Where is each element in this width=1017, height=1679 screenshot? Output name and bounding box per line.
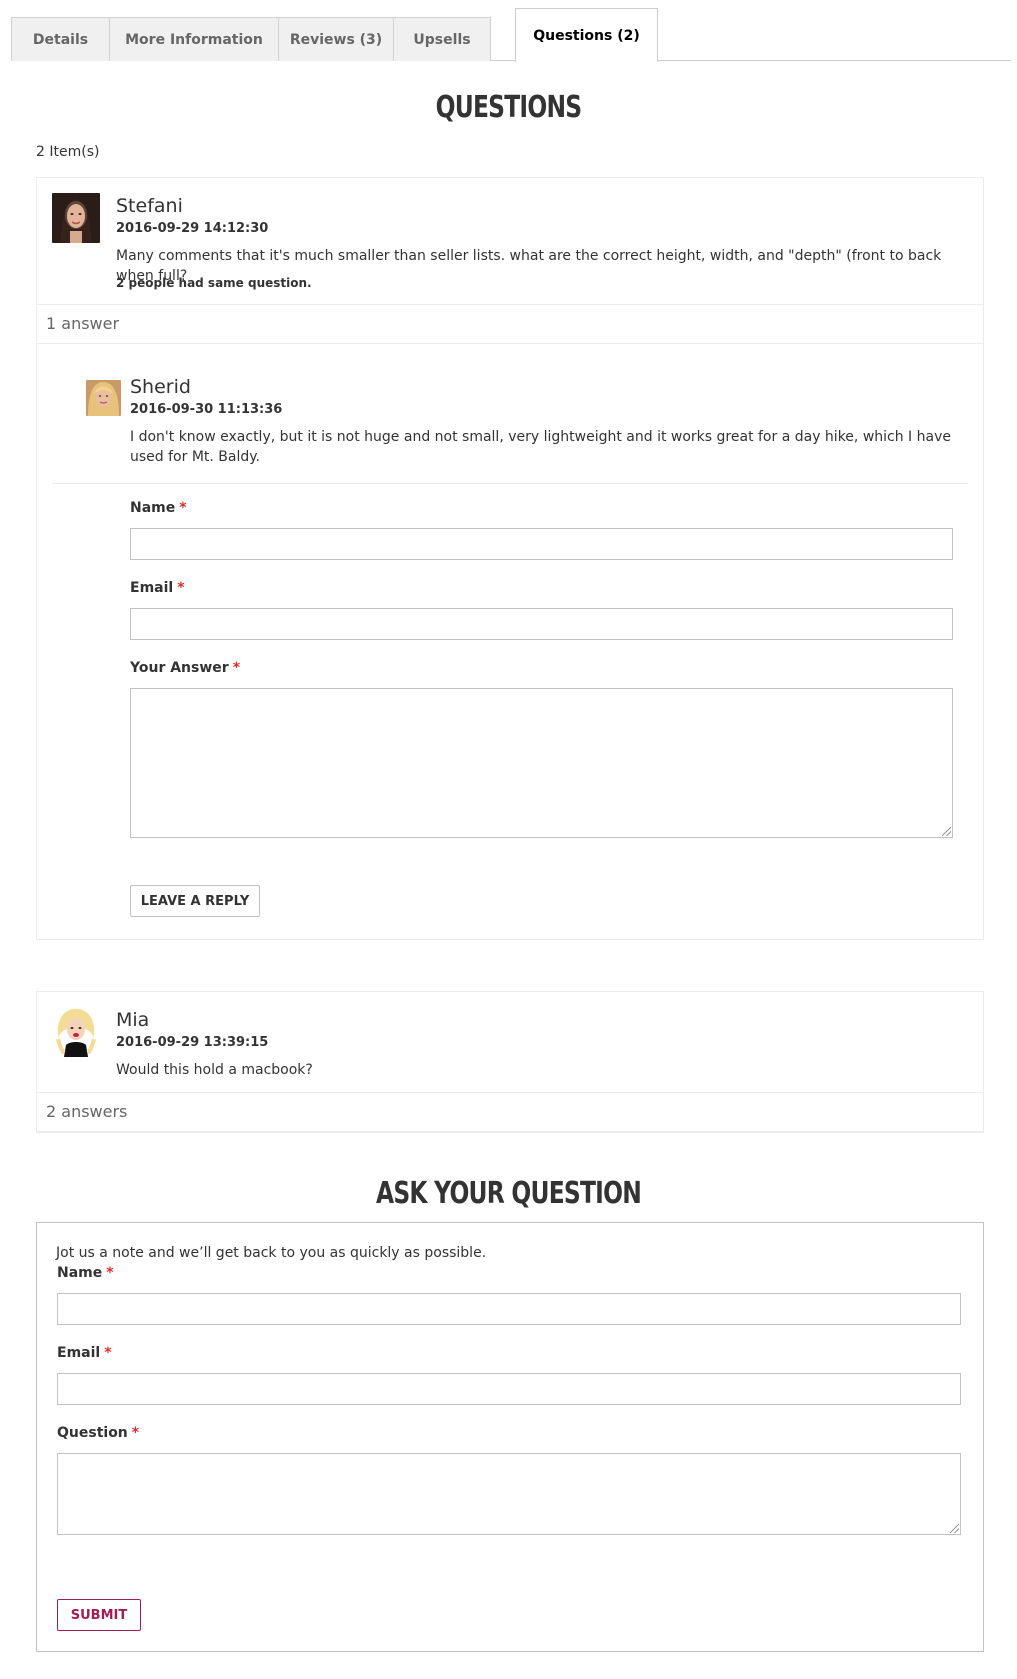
items-count: 2 Item(s)	[36, 144, 100, 160]
question-item: Mia 2016-09-29 13:39:15 Would this hold …	[36, 991, 984, 1133]
reply-name-label: Name *	[130, 500, 187, 516]
tab-upsells[interactable]: Upsells	[393, 17, 491, 61]
ask-question-intro: Jot us a note and we’ll get back to you …	[56, 1245, 487, 1261]
required-mark: *	[179, 500, 187, 516]
answer-divider	[52, 483, 968, 484]
required-mark: *	[104, 1345, 112, 1361]
answers-toggle[interactable]: 2 answers	[37, 1092, 983, 1132]
question-date: 2016-09-29 14:12:30	[116, 221, 269, 236]
same-question-count[interactable]: 2 people had same question.	[116, 276, 312, 290]
answers-toggle[interactable]: 1 answer	[37, 304, 983, 344]
required-mark: *	[106, 1265, 114, 1281]
required-mark: *	[131, 1425, 140, 1441]
ask-email-input[interactable]	[57, 1373, 961, 1405]
product-questions-page: Details More Information Reviews (3) Ups…	[0, 0, 1017, 1679]
reply-email-label: Email *	[130, 580, 185, 596]
ask-name-label: Name *	[57, 1265, 114, 1281]
submit-button[interactable]: SUBMIT	[57, 1599, 141, 1631]
reply-answer-textarea[interactable]	[130, 688, 953, 838]
ask-name-input[interactable]	[57, 1293, 961, 1325]
user-avatar	[86, 380, 121, 416]
required-mark: *	[232, 660, 241, 676]
reply-email-input[interactable]	[130, 608, 953, 640]
resize-handle-icon[interactable]	[942, 827, 951, 836]
question-author: Mia	[116, 1009, 150, 1031]
tab-details[interactable]: Details	[11, 17, 110, 61]
product-info-tabs: Details More Information Reviews (3) Ups…	[11, 8, 1011, 62]
question-date: 2016-09-29 13:39:15	[116, 1035, 269, 1050]
question-text: Would this hold a macbook?	[116, 1062, 313, 1078]
ask-question-textarea[interactable]	[57, 1453, 961, 1535]
answer-author: Sherid	[130, 376, 191, 398]
answer-text: I don't know exactly, but it is not huge…	[130, 429, 951, 465]
ask-question-label: Question *	[57, 1425, 140, 1441]
tab-questions[interactable]: Questions (2)	[515, 8, 658, 62]
user-avatar	[52, 193, 100, 243]
question-author: Stefani	[116, 195, 183, 217]
tab-reviews[interactable]: Reviews (3)	[278, 17, 394, 61]
question-item: Stefani 2016-09-29 14:12:30 Many comment…	[36, 177, 984, 940]
answer-date: 2016-09-30 11:13:36	[130, 402, 283, 417]
ask-question-form	[36, 1222, 984, 1652]
reply-name-input[interactable]	[130, 528, 953, 560]
user-avatar	[52, 1007, 100, 1057]
resize-handle-icon[interactable]	[950, 1524, 959, 1533]
tab-more-information[interactable]: More Information	[109, 17, 279, 61]
leave-a-reply-button[interactable]: LEAVE A REPLY	[130, 885, 260, 917]
ask-question-title: ASK YOUR QUESTION	[375, 1176, 642, 1211]
required-mark: *	[177, 580, 185, 596]
ask-email-label: Email *	[57, 1345, 112, 1361]
reply-answer-label: Your Answer *	[130, 660, 241, 676]
questions-title: QUESTIONS	[435, 90, 582, 125]
